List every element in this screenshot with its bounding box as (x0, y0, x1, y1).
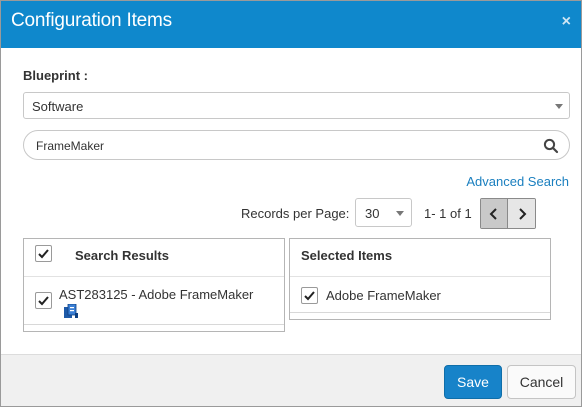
search-input-value: FrameMaker (36, 139, 105, 153)
search-icon[interactable] (543, 138, 559, 154)
selected-items-panel: Selected Items Adobe FrameMaker (289, 238, 551, 320)
select-all-checkbox[interactable] (35, 245, 52, 262)
save-button[interactable]: Save (444, 365, 502, 399)
blueprint-selected-value: Software (32, 99, 84, 114)
chevron-down-icon (396, 211, 404, 216)
selected-items-header: Selected Items (290, 239, 550, 277)
selected-items-title: Selected Items (301, 248, 393, 263)
search-results-header: Search Results (24, 239, 284, 277)
selected-item-label: Adobe FrameMaker (326, 288, 441, 303)
close-icon[interactable]: × (562, 13, 571, 31)
software-asset-icon (64, 303, 78, 321)
configuration-items-dialog: Configuration Items × Blueprint : Softwa… (0, 0, 582, 407)
search-input[interactable]: FrameMaker (23, 130, 570, 160)
panel-footer (290, 312, 550, 319)
next-page-button[interactable] (508, 199, 535, 228)
checkmark-icon (38, 249, 49, 259)
chevron-left-icon (489, 207, 497, 220)
previous-page-button[interactable] (481, 199, 508, 228)
chevron-down-icon (555, 104, 563, 109)
dialog-footer: Save Cancel (1, 354, 581, 406)
pagination-buttons (480, 198, 536, 229)
result-item-label: AST283125 - Adobe FrameMaker (59, 287, 254, 302)
records-per-page-select[interactable]: 30 (355, 198, 412, 227)
selected-item-checkbox[interactable] (301, 287, 318, 304)
cancel-button[interactable]: Cancel (507, 365, 576, 399)
advanced-search-link[interactable]: Advanced Search (466, 174, 569, 189)
dialog-header: Configuration Items × (1, 1, 581, 48)
checkmark-icon (304, 291, 315, 301)
search-results-title: Search Results (75, 248, 169, 263)
chevron-right-icon (518, 207, 526, 220)
panel-footer (24, 324, 284, 331)
result-checkbox[interactable] (35, 292, 52, 309)
blueprint-select[interactable]: Software (23, 92, 570, 119)
checkmark-icon (38, 296, 49, 306)
dialog-title: Configuration Items (11, 10, 172, 31)
records-per-page-label: Records per Page: (241, 206, 350, 221)
blueprint-label: Blueprint : (23, 68, 88, 83)
search-results-panel: Search Results AST283125 - Adobe FrameMa… (23, 238, 285, 332)
page-range: 1- 1 of 1 (424, 206, 472, 221)
records-per-page-value: 30 (365, 206, 380, 221)
